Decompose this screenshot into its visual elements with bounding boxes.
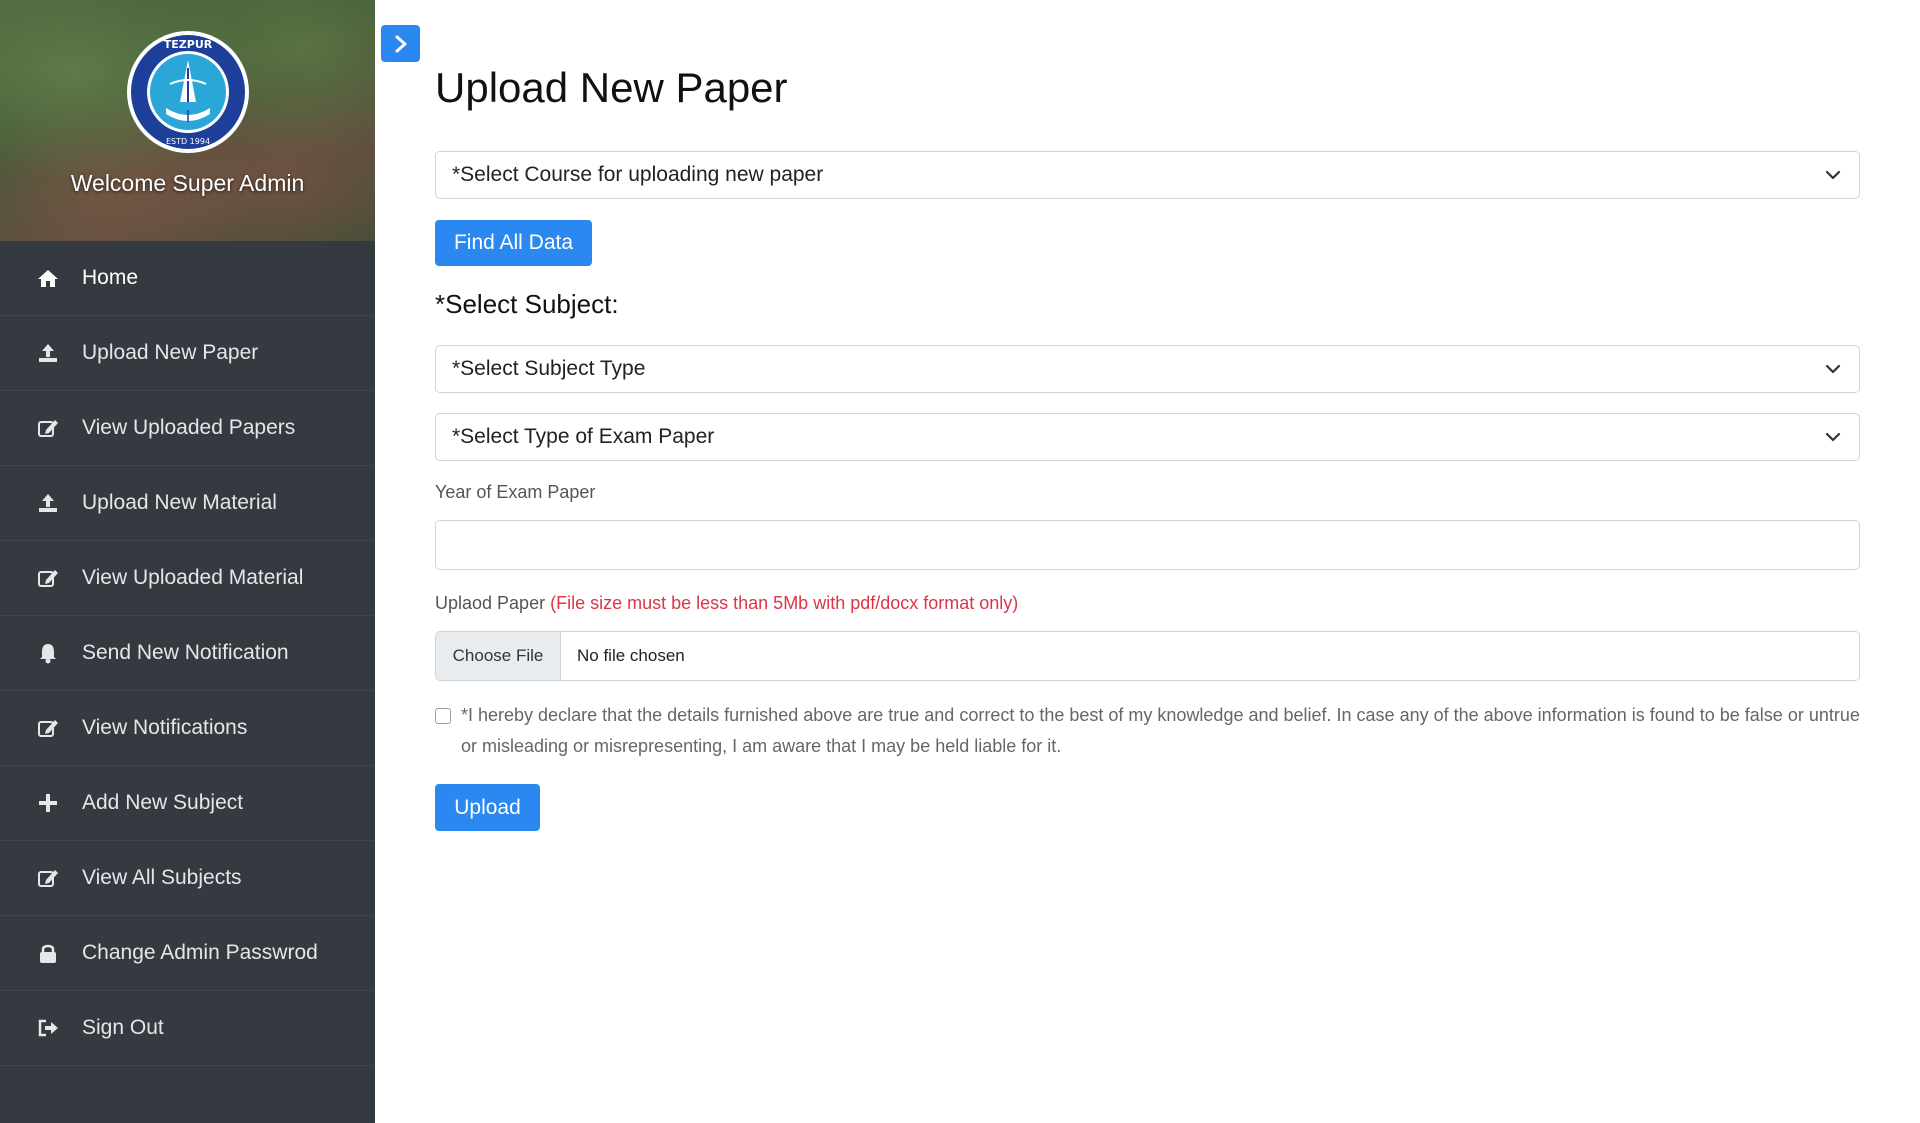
chevron-down-icon bbox=[1825, 432, 1841, 442]
sidebar-item-view-uploaded-papers[interactable]: View Uploaded Papers bbox=[0, 391, 375, 466]
sidebar-item-send-new-notification[interactable]: Send New Notification bbox=[0, 616, 375, 691]
sidebar-item-label: Change Admin Passwrod bbox=[82, 941, 318, 964]
sidebar-item-view-notifications[interactable]: View Notifications bbox=[0, 691, 375, 766]
sidebar-item-label: Upload New Material bbox=[82, 491, 277, 514]
sidebar-item-add-new-subject[interactable]: Add New Subject bbox=[0, 766, 375, 841]
year-input[interactable] bbox=[435, 520, 1860, 570]
file-size-note: (File size must be less than 5Mb with pd… bbox=[550, 593, 1019, 613]
page-title: Upload New Paper bbox=[435, 64, 788, 111]
sidebar-nav: Home Upload New Paper View Uploaded Pape… bbox=[0, 241, 375, 1066]
file-status-text: No file chosen bbox=[577, 646, 685, 665]
svg-text:ESTD 1994: ESTD 1994 bbox=[166, 137, 210, 146]
sidebar-item-view-all-subjects[interactable]: View All Subjects bbox=[0, 841, 375, 916]
sidebar-item-label: Upload New Paper bbox=[82, 341, 259, 364]
lock-icon bbox=[36, 941, 60, 965]
sidebar-item-label: View Notifications bbox=[82, 716, 248, 739]
sidebar-item-label: Add New Subject bbox=[82, 791, 244, 814]
sidebar-item-label: View Uploaded Material bbox=[82, 566, 304, 589]
select-subject-heading: *Select Subject: bbox=[435, 289, 619, 319]
declaration-checkbox[interactable] bbox=[435, 708, 451, 724]
sidebar: TEZPUR ESTD 1994 Welcome Super Admin Hom… bbox=[0, 0, 375, 1123]
subject-type-select-value: *Select Subject Type bbox=[452, 357, 646, 380]
upload-button[interactable]: Upload bbox=[435, 784, 540, 831]
declaration-text: *I hereby declare that the details furni… bbox=[461, 705, 1860, 756]
sidebar-item-change-admin-password[interactable]: Change Admin Passwrod bbox=[0, 916, 375, 991]
plus-icon bbox=[36, 791, 60, 815]
exam-type-select-value: *Select Type of Exam Paper bbox=[452, 425, 715, 448]
university-logo: TEZPUR ESTD 1994 bbox=[127, 31, 249, 153]
course-select-value: *Select Course for uploading new paper bbox=[452, 163, 824, 186]
sidebar-header: TEZPUR ESTD 1994 Welcome Super Admin bbox=[0, 0, 375, 241]
sidebar-item-label: Send New Notification bbox=[82, 641, 289, 664]
chevron-right-icon bbox=[395, 35, 406, 52]
home-icon bbox=[36, 266, 60, 290]
exam-type-select[interactable]: *Select Type of Exam Paper bbox=[435, 413, 1860, 461]
sidebar-item-view-uploaded-material[interactable]: View Uploaded Material bbox=[0, 541, 375, 616]
edit-icon bbox=[36, 716, 60, 740]
sidebar-item-label: Sign Out bbox=[82, 1016, 164, 1039]
sidebar-item-upload-new-paper[interactable]: Upload New Paper bbox=[0, 316, 375, 391]
sidebar-item-label: View All Subjects bbox=[82, 866, 242, 889]
course-select[interactable]: *Select Course for uploading new paper bbox=[435, 151, 1860, 199]
bell-icon bbox=[36, 641, 60, 665]
chevron-down-icon bbox=[1825, 364, 1841, 374]
sidebar-item-upload-new-material[interactable]: Upload New Material bbox=[0, 466, 375, 541]
upload-label-row: Uplaod Paper (File size must be less tha… bbox=[435, 593, 1018, 614]
sidebar-item-home[interactable]: Home bbox=[0, 241, 375, 316]
sidebar-item-sign-out[interactable]: Sign Out bbox=[0, 991, 375, 1066]
sidebar-item-label: View Uploaded Papers bbox=[82, 416, 296, 439]
edit-icon bbox=[36, 566, 60, 590]
edit-icon bbox=[36, 866, 60, 890]
file-upload-field[interactable]: Choose File No file chosen bbox=[435, 631, 1860, 681]
sign-out-icon bbox=[36, 1016, 60, 1040]
edit-icon bbox=[36, 416, 60, 440]
chevron-down-icon bbox=[1825, 170, 1841, 180]
find-all-data-button[interactable]: Find All Data bbox=[435, 220, 592, 266]
year-label: Year of Exam Paper bbox=[435, 482, 596, 502]
choose-file-button[interactable]: Choose File bbox=[436, 632, 561, 680]
subject-type-select[interactable]: *Select Subject Type bbox=[435, 345, 1860, 393]
sidebar-toggle-button[interactable] bbox=[381, 25, 420, 62]
welcome-text: Welcome Super Admin bbox=[70, 170, 305, 196]
svg-text:TEZPUR: TEZPUR bbox=[164, 38, 213, 51]
sidebar-item-label: Home bbox=[82, 266, 139, 289]
upload-icon bbox=[36, 491, 60, 515]
upload-label: Uplaod Paper bbox=[435, 593, 546, 613]
upload-icon bbox=[36, 341, 60, 365]
